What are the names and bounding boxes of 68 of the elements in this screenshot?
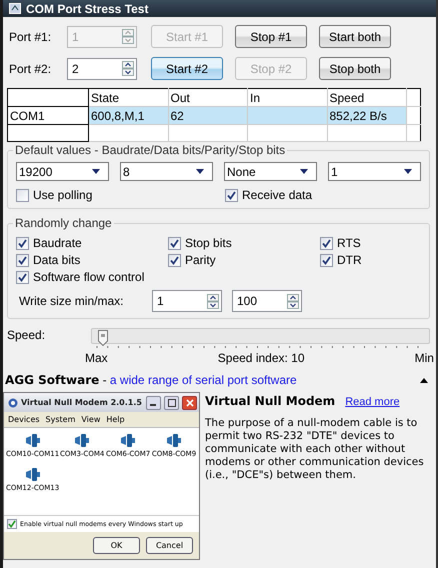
connector-icon [120,434,136,447]
checkbox-label: Software flow control [33,270,144,284]
promo-heading: AGG Software - a wide range of serial port software [5,373,297,387]
table-cell: 62 [170,108,184,122]
speed-index-label: Speed index: 10 [218,351,305,365]
speed-label: Speed: [7,328,46,344]
read-more-link[interactable]: Read more [345,396,400,408]
checkbox[interactable] [168,254,181,266]
port-field[interactable]: 2 [67,58,137,80]
table-cell: 600,8,M,1 [91,108,144,122]
checkbox-label: Receive data [242,188,312,202]
checkbox[interactable] [168,236,181,250]
dropdown-arrow-icon [404,169,412,174]
checkbox[interactable] [320,236,333,250]
port-button[interactable]: Start #2 [151,57,223,80]
collapse-caret-icon[interactable] [420,378,428,382]
port-label: Port #2: [9,62,52,76]
port-button[interactable]: Stop both [319,57,391,80]
dropdown-arrow-icon [300,169,308,174]
tagline-link[interactable]: a wide range of serial port software [110,373,297,387]
checkbox[interactable] [16,254,29,266]
product-title: Virtual Null Modem [205,394,336,408]
slider-min-label: Max [85,351,108,365]
checkbox[interactable] [16,236,29,250]
speed-slider[interactable] [91,328,430,344]
port-label: Port #1: [9,30,52,44]
table-cell: COM1 [10,108,45,122]
checkbox[interactable] [320,254,333,266]
dropdown[interactable]: None [224,162,317,181]
checkbox[interactable] [16,270,29,284]
dropdown[interactable]: 19200 [16,162,109,181]
screenshot-title: Virtual Null Modem 2.0.1.5 [21,398,143,407]
product-description: The purpose of a null-modem cable is to permit two RS-232 "DTE" devices to communicate with each other without modems or other communication devices (i.e., "DCE"s) between them. [205,417,425,482]
dropdown[interactable]: 1 [328,162,421,181]
slider-max-label: Min [414,351,434,365]
checkbox-label: RTS [337,236,361,250]
connector-icon [166,434,182,447]
app-icon [9,3,21,14]
window-title: COM Port Stress Test [26,2,148,16]
table-cell: 852,22 B/s [330,108,387,122]
app-icon [8,398,18,408]
checkbox-label: DTR [337,253,362,267]
group-title: Default values - Baudrate/Data bits/Parity/Stop bits [13,143,288,157]
min-size-field[interactable]: 1 [152,290,222,312]
checkbox-label: Stop bits [185,236,232,250]
dropdown-arrow-icon [92,169,100,174]
connector-icon [24,468,41,481]
max-size-field[interactable]: 100 [232,290,302,312]
group-title: Randomly change [13,216,114,230]
slider-thumb[interactable] [98,330,108,346]
checkbox-label: Parity [185,253,216,267]
connector-icon [74,434,90,447]
write-size-label: Write size min/max: [19,294,124,308]
close-icon [182,396,197,410]
connector-icon [24,434,41,447]
spin-arrows-icon[interactable] [287,294,299,308]
table-row[interactable]: COM1 600,8,M,1 62 852,22 B/s [8,106,420,124]
checkbox-label: Use polling [33,188,92,202]
checkbox-label: Data bits [33,253,80,267]
dropdown-arrow-icon [196,169,204,174]
checkbox-label: Baudrate [33,236,82,250]
spin-arrows-icon[interactable] [207,294,219,308]
dropdown[interactable]: 8 [120,162,213,181]
minimize-icon [146,396,161,410]
maximize-icon [164,396,179,410]
checkbox[interactable] [16,188,29,202]
spin-arrows-icon[interactable] [122,61,134,76]
checkbox[interactable] [225,188,238,202]
